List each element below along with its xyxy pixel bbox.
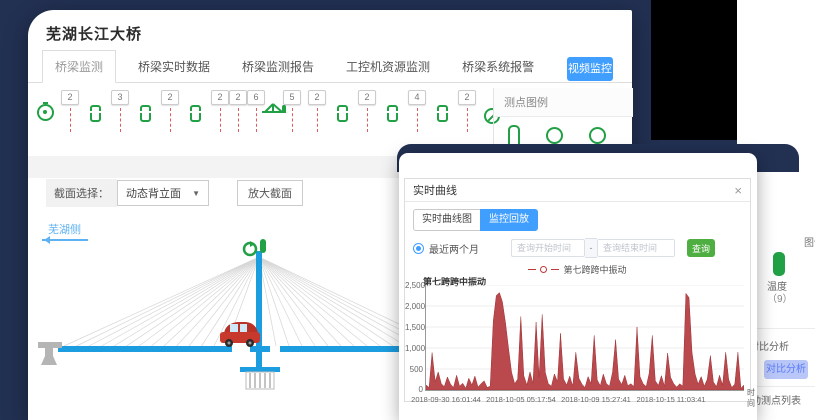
vibration-sensor-icon xyxy=(589,127,606,144)
chart-plot-area[interactable] xyxy=(425,285,744,391)
y-tick: 2,500 xyxy=(405,281,423,290)
clock-icon[interactable] xyxy=(38,90,52,121)
sensor-count-badge[interactable]: 2 xyxy=(213,90,227,132)
chain-icon[interactable] xyxy=(138,90,152,122)
chain-icon[interactable] xyxy=(335,90,349,122)
right-panel-legend-header: 图例 xyxy=(804,234,815,249)
start-time-input[interactable] xyxy=(511,239,585,257)
modal-title: 实时曲线 xyxy=(413,182,457,198)
view-toolbar: 截面选择： 动态背立面 ▼ 放大截面 xyxy=(46,180,303,206)
app-canvas: 芜湖长江大桥 桥梁监测 桥梁实时数据 桥梁监测报告 工控机资源监测 桥梁系统报警… xyxy=(0,0,815,420)
dashed-drop-line xyxy=(70,108,71,132)
legend-marker-dot xyxy=(540,266,547,273)
video-feed-window xyxy=(651,0,737,140)
chain-icon[interactable] xyxy=(188,90,202,122)
tab-curve-preview[interactable]: 实时曲线图 xyxy=(413,209,481,231)
y-tick: 1,000 xyxy=(405,344,423,353)
chevron-down-icon: ▼ xyxy=(192,189,200,198)
dashed-drop-line xyxy=(220,108,221,132)
divider xyxy=(753,386,815,387)
view-select-label: 截面选择： xyxy=(46,179,117,207)
sensor-count-badge[interactable]: 4 xyxy=(410,90,424,132)
realtime-curve-modal: 实时曲线 × 实时曲线图 监控回放 最近两个月 - 查询 第七跨跨中振动 xyxy=(404,178,751,402)
tab-system-alarm[interactable]: 桥梁系统报警 xyxy=(458,51,538,82)
dashed-drop-line xyxy=(256,108,257,132)
legend-marker-line xyxy=(551,269,559,270)
bridge-abutment xyxy=(38,342,62,365)
car xyxy=(220,322,260,347)
dashed-drop-line xyxy=(170,108,171,132)
temperature-count: （9） xyxy=(767,290,793,305)
dashed-drop-line xyxy=(417,108,418,132)
dashed-drop-line xyxy=(367,108,368,132)
sensor-count-badge[interactable]: 2 xyxy=(231,90,245,132)
modal-header: 实时曲线 × xyxy=(405,179,750,202)
sensor-marker-strip: 23222652242 xyxy=(38,90,490,152)
dashed-drop-line xyxy=(317,108,318,132)
query-button[interactable]: 查询 xyxy=(687,239,715,257)
bridge-foundation xyxy=(246,372,274,389)
tab-ipc-resource[interactable]: 工控机资源监测 xyxy=(342,51,434,82)
legend-panel-title: 测点图例 xyxy=(494,88,633,117)
tab-bar: 桥梁监测 桥梁实时数据 桥梁监测报告 工控机资源监测 桥梁系统报警 xyxy=(28,54,632,83)
temperature-icon xyxy=(773,252,785,276)
divider xyxy=(753,328,815,329)
dashed-drop-line xyxy=(238,108,239,132)
direction-label: 芜湖侧 xyxy=(48,221,81,237)
y-tick: 500 xyxy=(405,365,423,374)
sensor-count-badge[interactable]: 2 xyxy=(63,90,77,132)
range-separator: - xyxy=(585,238,597,258)
view-select-value: 动态背立面 xyxy=(126,185,181,201)
sensor-count-badge[interactable]: 3 xyxy=(113,90,127,132)
dashed-drop-line xyxy=(120,108,121,132)
dashed-drop-line xyxy=(467,108,468,132)
bridge-icon[interactable] xyxy=(267,90,281,122)
tab-bridge-monitor[interactable]: 桥梁监测 xyxy=(42,50,116,83)
tab-realtime-data[interactable]: 桥梁实时数据 xyxy=(134,51,214,82)
sensor-count-badge[interactable]: 2 xyxy=(163,90,177,132)
vibration-series xyxy=(426,293,744,390)
legend-marker-line xyxy=(528,269,536,270)
compare-analysis-button[interactable]: 对比分析 xyxy=(764,360,808,379)
video-monitor-button[interactable]: 视频监控 xyxy=(567,57,613,81)
y-tick: 2,000 xyxy=(405,302,423,311)
sensor-count-badge[interactable]: 2 xyxy=(460,90,474,132)
dashed-drop-line xyxy=(292,108,293,132)
recent-range-radio[interactable] xyxy=(413,243,424,254)
modal-tab-group: 实时曲线图 监控回放 xyxy=(413,209,538,231)
y-tick: 0 xyxy=(405,385,423,394)
view-select-dropdown[interactable]: 动态背立面 ▼ xyxy=(117,180,209,206)
x-tick: 2018-10-15 11:03:41 xyxy=(636,395,705,404)
tab-monitor-report[interactable]: 桥梁监测报告 xyxy=(238,51,318,82)
chain-icon[interactable] xyxy=(88,90,102,122)
close-icon[interactable]: × xyxy=(734,184,742,197)
enlarge-view-button[interactable]: 放大截面 xyxy=(237,180,303,206)
end-time-input[interactable] xyxy=(597,239,675,257)
x-axis-name: 时间 xyxy=(747,387,755,409)
left-arrow-icon xyxy=(42,239,88,241)
tower-sensor-icons xyxy=(244,239,266,255)
y-tick: 1,500 xyxy=(405,323,423,332)
sensor-count-badge[interactable]: 2 xyxy=(310,90,324,132)
recent-range-label: 最近两个月 xyxy=(429,241,479,256)
x-tick: 2018-09-30 16:01:44 xyxy=(411,395,481,404)
x-tick: 2018-10-09 15:27:41 xyxy=(561,395,631,404)
query-row: 最近两个月 - 查询 xyxy=(413,239,745,257)
chain-icon[interactable] xyxy=(435,90,449,122)
page-title: 芜湖长江大桥 xyxy=(46,23,142,44)
sensor-count-badge[interactable]: 5 xyxy=(285,90,299,132)
sensor-count-badge[interactable]: 2 xyxy=(360,90,374,132)
x-tick: 2018-10-05 05:17:54 xyxy=(486,395,556,404)
legend-series-name: 第七跨跨中振动 xyxy=(563,263,626,276)
chain-icon[interactable] xyxy=(385,90,399,122)
wind-sensor-icon xyxy=(546,127,563,144)
tab-monitor-playback[interactable]: 监控回放 xyxy=(480,209,538,231)
bridge-pier-cap xyxy=(240,367,280,372)
popup-window: 实时曲线 × 实时曲线图 监控回放 最近两个月 - 查询 第七跨跨中振动 xyxy=(399,153,757,420)
